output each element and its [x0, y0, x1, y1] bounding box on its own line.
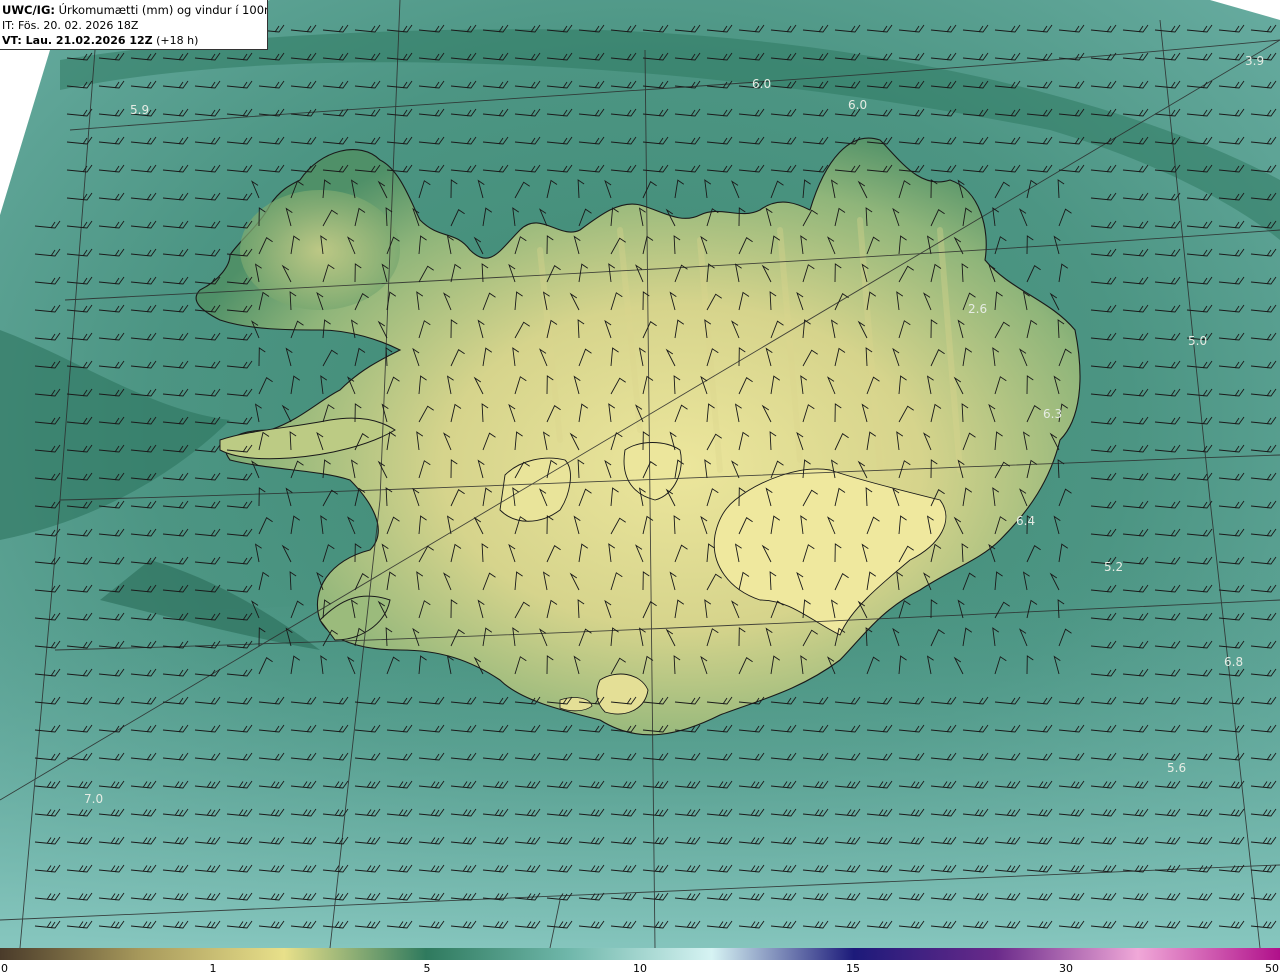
colorbar-tick: 5	[423, 962, 431, 975]
initial-time-label: IT:	[2, 19, 15, 32]
lead-time: (+18 h)	[156, 34, 199, 47]
initial-time-value: Fös. 20. 02. 2026 18Z	[17, 19, 139, 32]
colorbar-tick: 30	[1059, 962, 1073, 975]
title-line: UWC/IG: Úrkomumætti (mm) og vindur í 100…	[2, 3, 267, 18]
map-label: 5.9	[130, 103, 149, 117]
colorbar-tick-labels: 0 1 5 10 15 30 50	[0, 962, 1280, 978]
map-label: 3.9	[1245, 54, 1264, 68]
westfjords-highland	[240, 190, 400, 310]
map-label: 5.2	[1104, 560, 1123, 574]
valid-time-value: VT: Lau. 21.02.2026 12Z	[2, 34, 153, 47]
initial-time-line: IT: Fös. 20. 02. 2026 18Z	[2, 18, 267, 33]
model-name: UWC/IG:	[2, 3, 55, 17]
map-label: 6.0	[848, 98, 867, 112]
colorbar-tick: 15	[846, 962, 860, 975]
colorbar-tick: 10	[633, 962, 647, 975]
map-label: 6.8	[1224, 655, 1243, 669]
map-label: 6.3	[1043, 407, 1062, 421]
map-label: 2.6	[968, 302, 987, 316]
colorbar-tick: 0	[1, 962, 8, 975]
map-label: 6.4	[1016, 514, 1035, 528]
forecast-info-box: UWC/IG: Úrkomumætti (mm) og vindur í 100…	[0, 0, 268, 50]
map-label: 5.6	[1167, 761, 1186, 775]
product-title: Úrkomumætti (mm) og vindur í 100m hæð	[58, 3, 267, 17]
colorbar-tick: 1	[209, 962, 217, 975]
map-label: 6.0	[752, 77, 771, 91]
forecast-map: 5.9 6.0 6.0 3.9 2.6 5.0 6.3 6.4 5.2 6.8 …	[0, 0, 1280, 948]
precipitation-colorbar	[0, 948, 1280, 960]
colorbar-tick: 50	[1265, 962, 1279, 975]
map-label: 7.0	[84, 792, 103, 806]
valid-time-line: VT: Lau. 21.02.2026 12Z (+18 h)	[2, 33, 267, 48]
map-label: 5.0	[1188, 334, 1207, 348]
